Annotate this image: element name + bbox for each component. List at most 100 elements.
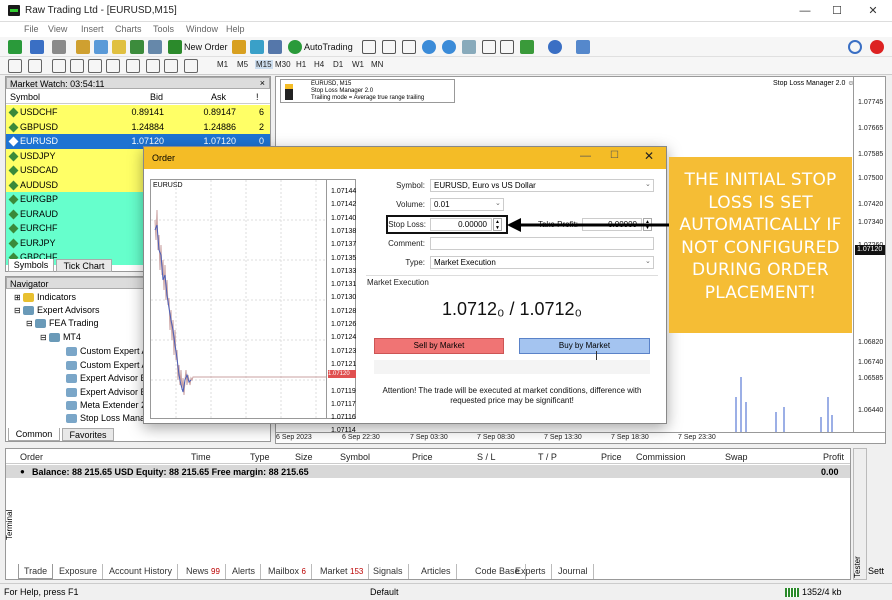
col-type[interactable]: Type — [250, 452, 270, 462]
zoom-in-icon[interactable] — [422, 40, 436, 54]
type-select[interactable]: Market Execution — [430, 256, 654, 269]
col-tp[interactable]: T / P — [538, 452, 557, 462]
stop-loss-input[interactable]: 0.00000 — [430, 218, 492, 231]
market-watch-icon[interactable] — [76, 40, 90, 54]
tab-experts[interactable]: Experts — [510, 564, 552, 579]
timeframe-m30[interactable]: M30 — [275, 60, 291, 69]
new-order-icon[interactable] — [168, 40, 182, 54]
data-window-icon[interactable] — [94, 40, 108, 54]
market-watch-row[interactable]: USDCHF 0.89141 0.89147 6 — [6, 105, 270, 120]
nav-ea-item[interactable]: Expert Advisor E — [66, 386, 147, 399]
col-spread[interactable]: ! — [256, 92, 259, 102]
indicators-icon[interactable] — [520, 40, 534, 54]
close-icon[interactable]: × — [260, 78, 265, 88]
col-swap[interactable]: Swap — [725, 452, 748, 462]
bar-chart-icon[interactable] — [362, 40, 376, 54]
tab-symbols[interactable]: Symbols — [8, 259, 54, 272]
col-price-current[interactable]: Price — [601, 452, 622, 462]
tab-articles[interactable]: Articles — [416, 564, 457, 579]
tab-exposure[interactable]: Exposure — [54, 564, 104, 579]
timeframe-h1[interactable]: H1 — [296, 60, 306, 69]
timeframe-d1[interactable]: D1 — [333, 60, 343, 69]
col-commission[interactable]: Commission — [636, 452, 686, 462]
col-bid[interactable]: Bid — [150, 92, 163, 102]
candlestick-icon[interactable] — [382, 40, 396, 54]
timeframe-m1[interactable]: M1 — [217, 60, 228, 69]
nav-stop-loss-manager[interactable]: Stop Loss Mana — [66, 412, 145, 425]
nav-expert-advisors[interactable]: ⊟ Expert Advisors — [14, 304, 99, 317]
volume-select[interactable]: 0.01 — [430, 198, 504, 211]
timeframe-w1[interactable]: W1 — [352, 60, 364, 69]
close-icon[interactable]: ✕ — [644, 149, 654, 163]
tab-market[interactable]: Market 153 — [315, 564, 370, 579]
col-symbol[interactable]: Symbol — [10, 92, 40, 102]
new-chart-icon[interactable] — [8, 40, 22, 54]
buy-by-market-button[interactable]: Buy by Market — [519, 338, 650, 354]
tab-account-history[interactable]: Account History — [104, 564, 179, 579]
menu-insert[interactable]: Insert — [81, 24, 104, 34]
tester-icon[interactable] — [148, 40, 162, 54]
stop-loss-spinner[interactable]: ▲ ▼ — [493, 218, 502, 231]
autotrading-button[interactable]: AutoTrading — [304, 42, 353, 52]
channel-icon[interactable] — [106, 59, 120, 73]
minimize-icon[interactable]: — — [580, 150, 591, 162]
periods-icon[interactable] — [548, 40, 562, 54]
menu-window[interactable]: Window — [186, 24, 218, 34]
col-profit[interactable]: Profit — [823, 452, 844, 462]
tab-tick-chart[interactable]: Tick Chart — [56, 259, 112, 272]
col-order[interactable]: Order — [20, 452, 43, 462]
col-size[interactable]: Size — [295, 452, 313, 462]
search-icon[interactable] — [848, 40, 862, 54]
nav-mt4[interactable]: ⊟ MT4 — [40, 331, 81, 344]
crosshair-icon[interactable] — [28, 59, 42, 73]
menu-help[interactable]: Help — [226, 24, 245, 34]
tab-mailbox[interactable]: Mailbox 6 — [263, 564, 312, 579]
symbol-select[interactable]: EURUSD, Euro vs US Dollar — [430, 179, 654, 192]
menu-file[interactable]: File — [24, 24, 39, 34]
fibonacci-icon[interactable] — [126, 59, 140, 73]
nav-fea-trading[interactable]: ⊟ FEA Trading — [26, 317, 98, 330]
timeframe-mn[interactable]: MN — [371, 60, 383, 69]
timeframe-m15[interactable]: M15 — [255, 60, 273, 69]
nav-ea-item[interactable]: Custom Expert A — [66, 359, 148, 372]
market-watch-row[interactable]: GBPUSD 1.24884 1.24886 2 — [6, 119, 270, 134]
tile-windows-icon[interactable] — [462, 40, 476, 54]
arrows-icon[interactable] — [184, 59, 198, 73]
col-price[interactable]: Price — [412, 452, 433, 462]
col-sl[interactable]: S / L — [477, 452, 496, 462]
col-ask[interactable]: Ask — [211, 92, 226, 102]
tab-favorites[interactable]: Favorites — [62, 428, 114, 441]
market-icon[interactable] — [268, 40, 282, 54]
chart-shift-icon[interactable] — [482, 40, 496, 54]
tab-common[interactable]: Common — [8, 428, 60, 441]
profiles-icon[interactable] — [30, 40, 44, 54]
sell-by-market-button[interactable]: Sell by Market — [374, 338, 504, 354]
terminal-icon[interactable] — [130, 40, 144, 54]
close-button[interactable]: ✕ — [858, 2, 888, 20]
notifications-icon[interactable] — [870, 40, 884, 54]
horizontal-line-icon[interactable] — [70, 59, 84, 73]
col-symbol[interactable]: Symbol — [340, 452, 370, 462]
minimize-button[interactable]: — — [790, 2, 820, 20]
autotrading-icon[interactable] — [288, 40, 302, 54]
nav-ea-item[interactable]: Meta Extender 2 — [66, 399, 146, 412]
text-icon[interactable] — [146, 59, 160, 73]
navigator-icon[interactable] — [112, 40, 126, 54]
line-chart-icon[interactable] — [402, 40, 416, 54]
cursor-icon[interactable] — [8, 59, 22, 73]
signals-icon[interactable] — [250, 40, 264, 54]
tab-alerts[interactable]: Alerts — [227, 564, 262, 579]
menu-view[interactable]: View — [48, 24, 67, 34]
tab-news[interactable]: News 99 — [181, 564, 226, 579]
tab-journal[interactable]: Journal — [553, 564, 594, 579]
vertical-line-icon[interactable] — [52, 59, 66, 73]
nav-indicators[interactable]: ⊞ Indicators — [14, 291, 76, 304]
trendline-icon[interactable] — [88, 59, 102, 73]
new-order-button[interactable]: New Order — [184, 42, 228, 52]
col-time[interactable]: Time — [191, 452, 211, 462]
metaeditor-icon[interactable] — [232, 40, 246, 54]
menu-tools[interactable]: Tools — [153, 24, 174, 34]
nav-ea-item[interactable]: Custom Expert A — [66, 345, 148, 358]
nav-ea-item[interactable]: Expert Advisor E — [66, 372, 147, 385]
autoscroll-icon[interactable] — [500, 40, 514, 54]
